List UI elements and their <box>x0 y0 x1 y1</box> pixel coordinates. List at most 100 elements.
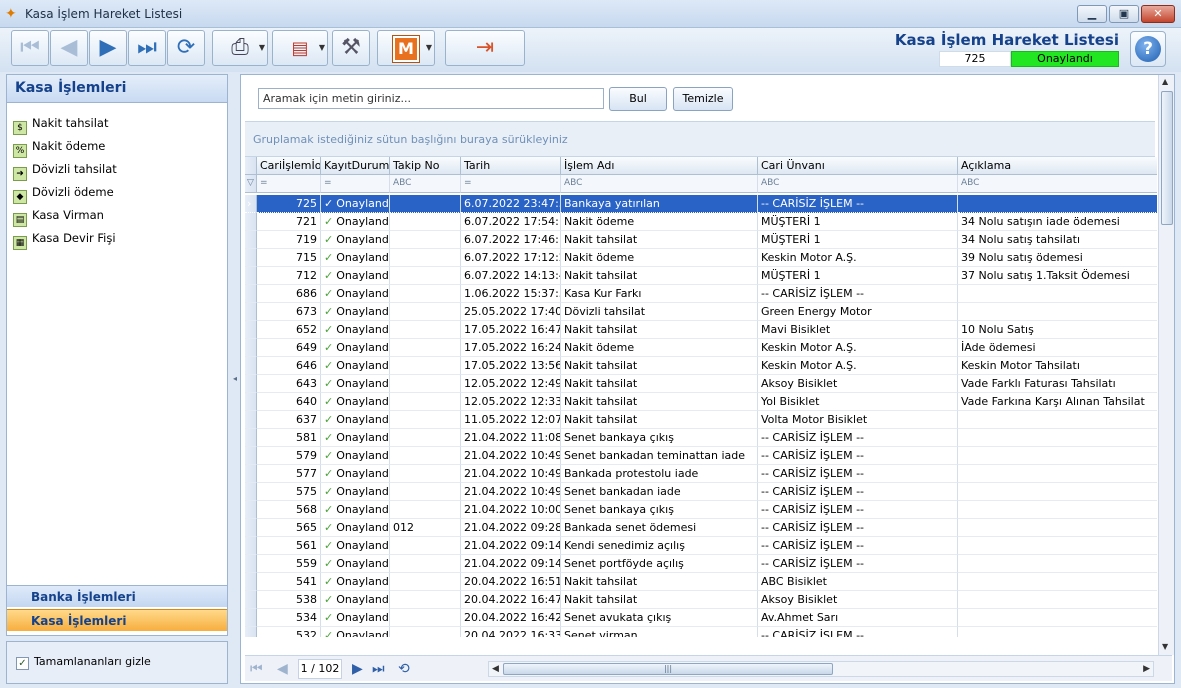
table-cell[interactable]: 652 <box>257 321 321 339</box>
column-header[interactable]: Cariİşlemİo <box>257 157 321 175</box>
table-cell[interactable]: 012 <box>390 519 461 537</box>
table-cell[interactable]: MÜŞTERİ 1 <box>758 231 958 249</box>
maximize-button[interactable]: ▣ <box>1109 5 1139 23</box>
table-cell[interactable]: Vade Farkına Karşı Alınan Tahsilat <box>958 393 1157 411</box>
left-item-2[interactable]: ➜ Dövizli tahsilat <box>13 159 117 181</box>
table-cell[interactable]: Dövizli tahsilat <box>561 303 758 321</box>
minimize-button[interactable]: ▁ <box>1077 5 1107 23</box>
table-cell[interactable]: 21.04.2022 09:14:2 <box>461 555 561 573</box>
table-row[interactable]: 721✓Onaylandı 6.07.2022 17:54:16Nakit öde… <box>245 213 1157 231</box>
table-cell[interactable]: 712 <box>257 267 321 285</box>
table-cell[interactable]: 565 <box>257 519 321 537</box>
table-cell[interactable] <box>390 573 461 591</box>
table-cell[interactable]: 673 <box>257 303 321 321</box>
row-indicator[interactable] <box>245 555 257 573</box>
table-cell[interactable]: 637 <box>257 411 321 429</box>
export-pdf-button[interactable]: ▤ ▼ <box>272 30 328 66</box>
row-indicator[interactable] <box>245 213 257 231</box>
table-cell[interactable]: 1.06.2022 15:37:50 <box>461 285 561 303</box>
table-row[interactable]: 646✓Onaylandı 17.05.2022 13:56:0Nakit tah… <box>245 357 1157 375</box>
horizontal-scrollbar[interactable]: ◀ ||| ▶ <box>488 661 1154 677</box>
row-indicator[interactable]: › <box>245 195 257 213</box>
next-record-button[interactable]: ▶ <box>89 30 127 66</box>
table-cell[interactable]: -- CARİSİZ İŞLEM -- <box>758 195 958 213</box>
table-cell[interactable] <box>958 195 1157 213</box>
table-cell[interactable]: 21.04.2022 11:08:2 <box>461 429 561 447</box>
print-dropdown-icon[interactable]: ▼ <box>259 31 265 65</box>
row-indicator[interactable] <box>245 483 257 501</box>
table-cell[interactable]: Nakit ödeme <box>561 339 758 357</box>
vertical-scroll-thumb[interactable] <box>1161 91 1173 225</box>
row-indicator[interactable] <box>245 447 257 465</box>
table-cell[interactable]: Senet portföyde açılış <box>561 555 758 573</box>
table-cell[interactable] <box>390 195 461 213</box>
table-cell[interactable]: 6.07.2022 23:47:35 <box>461 195 561 213</box>
table-cell[interactable]: ✓ Onaylandı <box>321 609 390 627</box>
table-cell[interactable]: ✓ Onaylandı <box>321 447 390 465</box>
table-cell[interactable]: 20.04.2022 16:42:5 <box>461 609 561 627</box>
table-cell[interactable]: -- CARİSİZ İŞLEM -- <box>758 483 958 501</box>
table-cell[interactable]: ✓ Onaylandı <box>321 249 390 267</box>
table-cell[interactable] <box>958 537 1157 555</box>
table-cell[interactable]: İAde ödemesi <box>958 339 1157 357</box>
table-cell[interactable] <box>958 429 1157 447</box>
table-cell[interactable] <box>390 303 461 321</box>
first-record-button[interactable]: ⏮ <box>11 30 49 66</box>
table-row[interactable]: 712✓Onaylandı 6.07.2022 14:13:43Nakit tah… <box>245 267 1157 285</box>
table-cell[interactable] <box>958 573 1157 591</box>
table-cell[interactable]: -- CARİSİZ İŞLEM -- <box>758 465 958 483</box>
pager-last-icon[interactable]: ⏭ <box>372 660 385 678</box>
table-cell[interactable]: 6.07.2022 14:13:43 <box>461 267 561 285</box>
row-indicator[interactable] <box>245 375 257 393</box>
table-cell[interactable]: Keskin Motor Tahsilatı <box>958 357 1157 375</box>
table-cell[interactable]: 34 Nolu satış tahsilatı <box>958 231 1157 249</box>
table-cell[interactable]: ✓ Onaylandı <box>321 339 390 357</box>
page-indicator[interactable]: 1 / 102 <box>298 659 342 679</box>
table-cell[interactable] <box>390 249 461 267</box>
table-cell[interactable]: ✓ Onaylandı <box>321 573 390 591</box>
filter-icon[interactable]: ▽ <box>245 175 257 193</box>
table-cell[interactable] <box>390 393 461 411</box>
table-cell[interactable]: Green Energy Motor <box>758 303 958 321</box>
table-cell[interactable]: ✓ Onaylandı <box>321 429 390 447</box>
table-cell[interactable]: ✓ Onaylandı <box>321 195 390 213</box>
table-cell[interactable]: Nakit tahsilat <box>561 573 758 591</box>
table-cell[interactable] <box>390 537 461 555</box>
table-cell[interactable]: ✓ Onaylandı <box>321 393 390 411</box>
table-cell[interactable] <box>390 501 461 519</box>
table-cell[interactable]: ✓ Onaylandı <box>321 285 390 303</box>
table-cell[interactable]: 12.05.2022 12:49:1 <box>461 375 561 393</box>
left-item-1[interactable]: % Nakit ödeme <box>13 136 105 158</box>
table-cell[interactable] <box>390 375 461 393</box>
table-cell[interactable]: Keskin Motor A.Ş. <box>758 249 958 267</box>
table-cell[interactable] <box>390 339 461 357</box>
table-cell[interactable]: Kasa Kur Farkı <box>561 285 758 303</box>
table-row[interactable]: 577✓Onaylandı 21.04.2022 10:49:2Bankada p… <box>245 465 1157 483</box>
table-cell[interactable] <box>958 411 1157 429</box>
table-cell[interactable]: -- CARİSİZ İŞLEM -- <box>758 519 958 537</box>
table-cell[interactable]: Senet bankaya çıkış <box>561 429 758 447</box>
column-header[interactable]: Tarih <box>461 157 561 175</box>
table-cell[interactable]: 568 <box>257 501 321 519</box>
table-cell[interactable] <box>958 465 1157 483</box>
row-indicator[interactable] <box>245 519 257 537</box>
row-indicator[interactable] <box>245 501 257 519</box>
table-cell[interactable] <box>390 483 461 501</box>
pager-next-icon[interactable]: ▶ <box>352 660 363 678</box>
table-cell[interactable] <box>390 285 461 303</box>
table-cell[interactable] <box>390 627 461 637</box>
table-row[interactable]: 559✓Onaylandı 21.04.2022 09:14:2Senet por… <box>245 555 1157 573</box>
row-indicator[interactable] <box>245 465 257 483</box>
table-row[interactable]: 561✓Onaylandı 21.04.2022 09:14:2Kendi sen… <box>245 537 1157 555</box>
table-cell[interactable]: 577 <box>257 465 321 483</box>
table-row[interactable]: 652✓Onaylandı 17.05.2022 16:47:4Nakit tah… <box>245 321 1157 339</box>
column-header[interactable]: Cari Ünvanı <box>758 157 958 175</box>
table-cell[interactable]: MÜŞTERİ 1 <box>758 267 958 285</box>
table-cell[interactable]: 541 <box>257 573 321 591</box>
table-cell[interactable]: 575 <box>257 483 321 501</box>
table-cell[interactable]: 39 Nolu satış ödemesi <box>958 249 1157 267</box>
table-cell[interactable]: 25.05.2022 17:40:4 <box>461 303 561 321</box>
table-row[interactable]: 649✓Onaylandı 17.05.2022 16:24:1Nakit öde… <box>245 339 1157 357</box>
table-cell[interactable]: 719 <box>257 231 321 249</box>
table-cell[interactable]: Keskin Motor A.Ş. <box>758 357 958 375</box>
